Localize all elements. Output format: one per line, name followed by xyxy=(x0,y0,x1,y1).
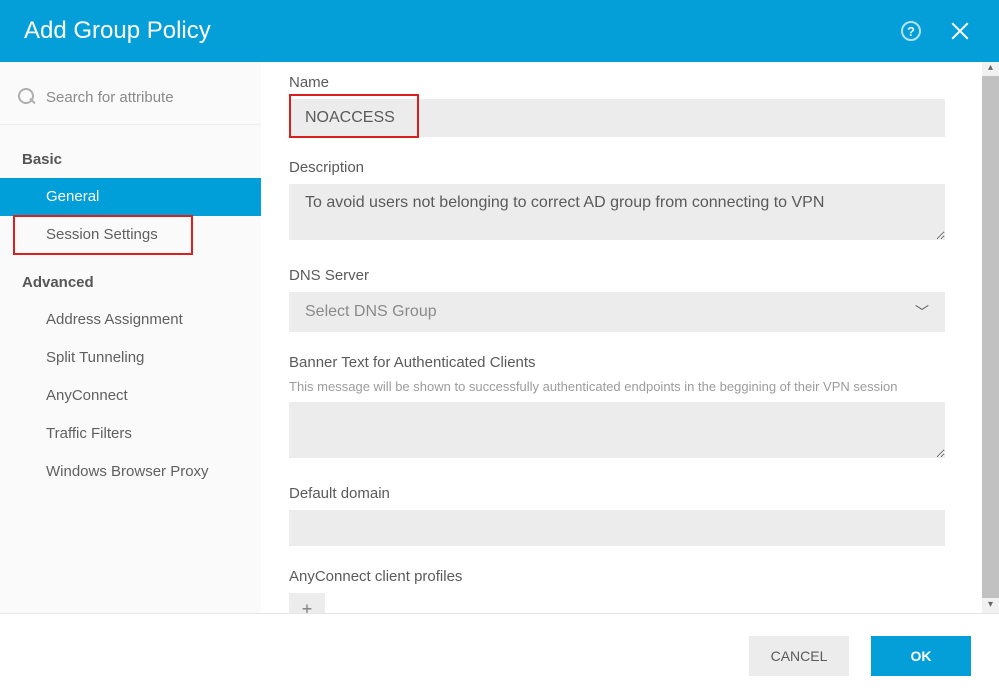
nav-item-windows-browser-proxy[interactable]: Windows Browser Proxy xyxy=(0,453,261,491)
main-panel: Name Description To avoid users not belo… xyxy=(261,62,981,613)
nav-item-session-settings[interactable]: Session Settings xyxy=(14,216,192,254)
dialog-footer: CANCEL OK xyxy=(0,613,999,697)
label-dns: DNS Server xyxy=(289,267,945,284)
scroll-thumb[interactable] xyxy=(982,76,999,598)
close-icon[interactable] xyxy=(949,20,971,42)
nav-group-advanced: Advanced xyxy=(0,264,261,301)
dialog-title: Add Group Policy xyxy=(24,17,211,45)
label-domain: Default domain xyxy=(289,485,945,502)
sidebar: Basic General Session Settings Advanced … xyxy=(0,62,261,613)
field-banner: Banner Text for Authenticated Clients Th… xyxy=(289,354,945,463)
field-name: Name xyxy=(289,74,945,137)
search-wrap xyxy=(0,62,261,125)
input-description[interactable]: To avoid users not belonging to correct … xyxy=(289,184,945,240)
plus-icon: + xyxy=(302,599,313,614)
sidebar-nav: Basic General Session Settings Advanced … xyxy=(0,125,261,507)
field-description: Description To avoid users not belonging… xyxy=(289,159,945,245)
label-name: Name xyxy=(289,74,945,91)
search-icon xyxy=(18,88,36,106)
header-icon-group: ? xyxy=(901,20,971,42)
cancel-button[interactable]: CANCEL xyxy=(749,636,849,676)
input-banner[interactable] xyxy=(289,402,945,458)
sub-banner: This message will be shown to successful… xyxy=(289,379,945,394)
select-dns[interactable]: Select DNS Group ﹀ xyxy=(289,292,945,332)
nav-item-anyconnect[interactable]: AnyConnect xyxy=(0,377,261,415)
dialog-header: Add Group Policy ? xyxy=(0,0,999,62)
label-description: Description xyxy=(289,159,945,176)
chevron-down-icon: ﹀ xyxy=(915,302,929,322)
nav-item-split-tunneling[interactable]: Split Tunneling xyxy=(0,339,261,377)
field-dns: DNS Server Select DNS Group ﹀ xyxy=(289,267,945,332)
ok-button[interactable]: OK xyxy=(871,636,971,676)
nav-item-traffic-filters[interactable]: Traffic Filters xyxy=(0,415,261,453)
help-icon[interactable]: ? xyxy=(901,21,921,41)
nav-item-address-assignment[interactable]: Address Assignment xyxy=(0,301,261,339)
label-profiles: AnyConnect client profiles xyxy=(289,568,945,585)
field-domain: Default domain xyxy=(289,485,945,546)
scroll-down-icon[interactable]: ▾ xyxy=(982,599,999,613)
main-wrap: Name Description To avoid users not belo… xyxy=(261,62,999,613)
search-input[interactable] xyxy=(46,89,245,106)
scrollbar[interactable]: ▴ ▾ xyxy=(982,62,999,613)
nav-item-general[interactable]: General xyxy=(0,178,261,216)
input-name[interactable] xyxy=(289,99,945,137)
add-profile-button[interactable]: + xyxy=(289,593,325,613)
select-dns-placeholder: Select DNS Group xyxy=(305,303,437,321)
dialog-body: Basic General Session Settings Advanced … xyxy=(0,62,999,613)
field-profiles: AnyConnect client profiles + xyxy=(289,568,945,613)
scroll-up-icon[interactable]: ▴ xyxy=(982,62,999,76)
nav-group-basic: Basic xyxy=(0,141,261,178)
input-domain[interactable] xyxy=(289,510,945,546)
label-banner: Banner Text for Authenticated Clients xyxy=(289,354,945,371)
